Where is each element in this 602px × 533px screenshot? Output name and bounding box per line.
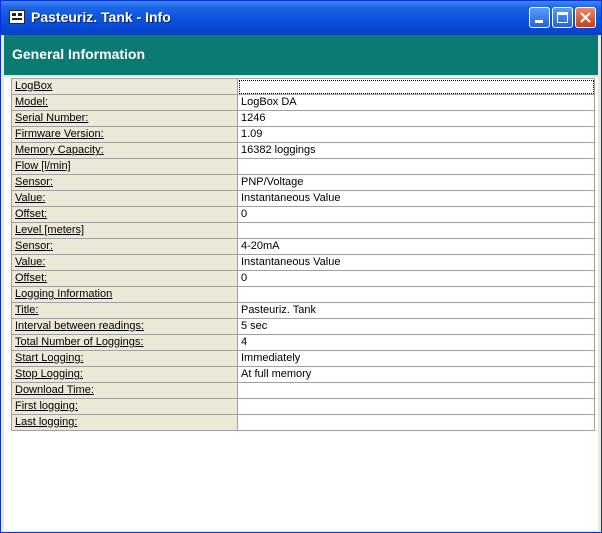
row-value[interactable]: 1.09 — [237, 126, 595, 143]
row-value[interactable]: Instantaneous Value — [237, 190, 595, 207]
grid-row: Interval between readings: 5 sec — [11, 318, 595, 335]
row-label: Stop Logging: — [11, 366, 238, 383]
close-button[interactable] — [575, 7, 596, 28]
app-icon[interactable] — [9, 10, 25, 24]
row-label: Interval between readings: — [11, 318, 238, 335]
row-value[interactable]: Immediately — [237, 350, 595, 367]
row-label: Value: — [11, 190, 238, 207]
row-label: Total Number of Loggings: — [11, 334, 238, 351]
grid-row: Download Time: — [11, 382, 595, 399]
row-label: Start Logging: — [11, 350, 238, 367]
row-value[interactable]: 4-20mA — [237, 238, 595, 255]
grid-row: Level [meters] — [11, 222, 595, 239]
window-title: Pasteuriz. Tank - Info — [31, 9, 171, 25]
row-label: Serial Number: — [11, 110, 238, 127]
row-value[interactable] — [237, 398, 595, 415]
grid-row: Offset: 0 — [11, 206, 595, 223]
maximize-button[interactable] — [552, 7, 573, 28]
row-value[interactable]: 1246 — [237, 110, 595, 127]
grid-row: Start Logging: Immediately — [11, 350, 595, 367]
row-label: Memory Capacity: — [11, 142, 238, 159]
grid-row: Flow [l/min] — [11, 158, 595, 175]
grid-row: Stop Logging: At full memory — [11, 366, 595, 383]
grid-row: Logging Information — [11, 286, 595, 303]
content-area: General Information LogBox Model: LogBox … — [4, 35, 598, 531]
row-value[interactable]: 5 sec — [237, 318, 595, 335]
row-value[interactable] — [237, 286, 595, 303]
minimize-button[interactable] — [529, 7, 550, 28]
row-label: Sensor: — [11, 238, 238, 255]
grid-row: First logging: — [11, 398, 595, 415]
row-label: Logging Information — [11, 286, 238, 303]
row-label: Last logging: — [11, 414, 238, 431]
row-value[interactable] — [237, 382, 595, 399]
row-label: Download Time: — [11, 382, 238, 399]
row-label: Flow [l/min] — [11, 158, 238, 175]
row-value[interactable] — [237, 78, 595, 95]
grid-row: LogBox — [11, 78, 595, 95]
grid-row: Total Number of Loggings: 4 — [11, 334, 595, 351]
header-divider — [4, 75, 598, 77]
row-label: Value: — [11, 254, 238, 271]
info-window: Pasteuriz. Tank - Info General Informati… — [0, 0, 602, 533]
grid-row: Serial Number: 1246 — [11, 110, 595, 127]
grid-row: Value: Instantaneous Value — [11, 254, 595, 271]
row-label: Model: — [11, 94, 238, 111]
info-grid: LogBox Model: LogBox DA Serial Number: 124… — [11, 78, 595, 431]
row-label: Offset: — [11, 270, 238, 287]
row-value[interactable]: At full memory — [237, 366, 595, 383]
row-value[interactable] — [237, 158, 595, 175]
row-value[interactable]: 0 — [237, 206, 595, 223]
row-label: Firmware Version: — [11, 126, 238, 143]
grid-row: Sensor: PNP/Voltage — [11, 174, 595, 191]
grid-row: Memory Capacity: 16382 loggings — [11, 142, 595, 159]
section-title: General Information — [12, 46, 146, 62]
row-label: Title: — [11, 302, 238, 319]
row-label: Level [meters] — [11, 222, 238, 239]
row-value[interactable]: PNP/Voltage — [237, 174, 595, 191]
row-label: Offset: — [11, 206, 238, 223]
minimize-icon — [535, 20, 543, 23]
row-value[interactable]: Instantaneous Value — [237, 254, 595, 271]
grid-row: Sensor: 4-20mA — [11, 238, 595, 255]
close-icon — [580, 12, 591, 23]
section-header: General Information — [4, 35, 598, 75]
grid-row: Offset: 0 — [11, 270, 595, 287]
row-label: LogBox — [11, 78, 238, 95]
maximize-icon — [557, 12, 568, 23]
row-value[interactable] — [237, 222, 595, 239]
row-value[interactable]: LogBox DA — [237, 94, 595, 111]
grid-row: Title: Pasteuriz. Tank — [11, 302, 595, 319]
row-value[interactable]: 16382 loggings — [237, 142, 595, 159]
row-value[interactable]: Pasteuriz. Tank — [237, 302, 595, 319]
grid-row: Last logging: — [11, 414, 595, 431]
grid-row: Firmware Version: 1.09 — [11, 126, 595, 143]
row-label: Sensor: — [11, 174, 238, 191]
row-value[interactable] — [237, 414, 595, 431]
row-value[interactable]: 0 — [237, 270, 595, 287]
grid-row: Model: LogBox DA — [11, 94, 595, 111]
row-value[interactable]: 4 — [237, 334, 595, 351]
title-bar[interactable]: Pasteuriz. Tank - Info — [1, 1, 601, 35]
grid-row: Value: Instantaneous Value — [11, 190, 595, 207]
row-label: First logging: — [11, 398, 238, 415]
